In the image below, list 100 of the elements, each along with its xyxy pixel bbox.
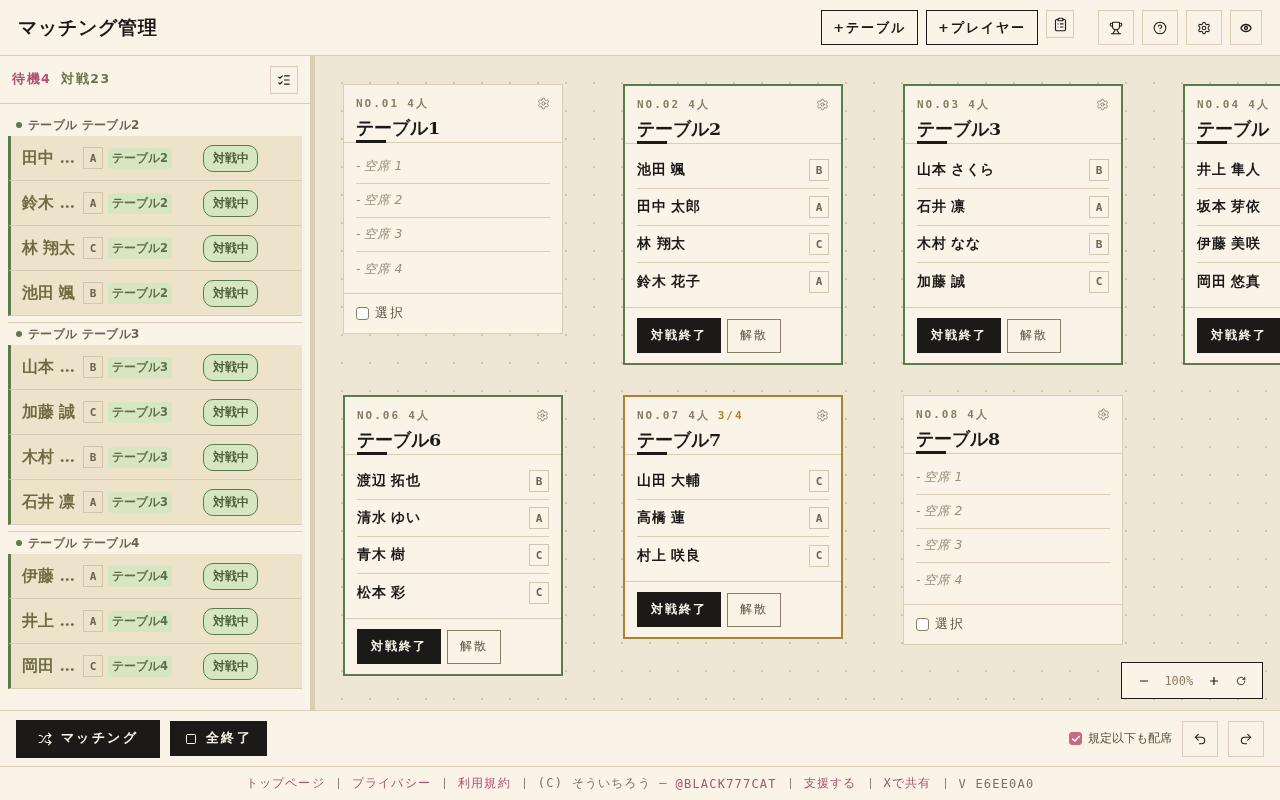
footer-link[interactable]: トップページ xyxy=(245,775,325,792)
end-match-button[interactable]: 対戦終了 xyxy=(637,592,721,627)
player-name: 山田 大輔 xyxy=(637,472,701,490)
player-name: 加藤 誠 xyxy=(917,272,966,291)
rank-label: C xyxy=(1089,270,1109,293)
table-tag: テーブル2 xyxy=(108,147,172,169)
rank-label: C xyxy=(809,544,829,567)
footer-link[interactable]: Xで共有 xyxy=(883,775,932,792)
player-row[interactable]: 池田 颯 B テーブル2 対戦中 xyxy=(8,271,302,316)
rank-label: B xyxy=(1089,233,1109,255)
status-badge: 対戦中 xyxy=(203,279,258,307)
end-match-button[interactable]: 対戦終了 xyxy=(357,629,441,664)
empty-seat-text: - 空席 1 xyxy=(916,469,963,486)
rank-label: A xyxy=(1089,196,1109,218)
empty-seat-text: - 空席 3 xyxy=(356,226,403,243)
empty-seat-text: - 空席 1 xyxy=(356,158,403,175)
table-title: テーブル3 xyxy=(917,118,1003,141)
author-link[interactable]: @BLACK777CAT xyxy=(675,776,777,791)
player-name: 木村 … xyxy=(22,446,76,468)
player-name: 木村 なな xyxy=(917,235,981,253)
rank-label: B xyxy=(529,470,549,492)
checkbox-label[interactable]: 選択 xyxy=(375,305,405,322)
settings-icon[interactable] xyxy=(1096,97,1109,111)
player-row[interactable]: 鈴木 … A テーブル2 対戦中 xyxy=(8,181,302,226)
settings-icon[interactable] xyxy=(1097,407,1110,421)
player-name: 青木 樹 xyxy=(357,546,406,564)
table-tag: テーブル2 xyxy=(108,282,172,304)
disband-button[interactable]: 解散 xyxy=(447,629,501,664)
disband-button[interactable]: 解散 xyxy=(1007,318,1061,353)
zoom-level: 100% xyxy=(1164,673,1194,688)
table-tag: テーブル4 xyxy=(108,610,172,632)
player-name: 鈴木 花子 xyxy=(637,272,701,291)
capacity-text: 4人 xyxy=(407,95,429,111)
player-name: 田中 … xyxy=(22,147,76,169)
settings-icon[interactable] xyxy=(536,408,549,422)
checklist-icon xyxy=(277,72,291,87)
footer-link[interactable]: 支援する xyxy=(803,775,857,792)
shuffle-icon xyxy=(37,731,52,746)
table-title: テーブル7 xyxy=(637,429,723,452)
player-name: 池田 颯 xyxy=(22,282,77,304)
help-button[interactable] xyxy=(1142,10,1178,45)
end-all-button[interactable]: 全終了 xyxy=(170,721,267,756)
status-dot-icon xyxy=(16,540,22,546)
player-row[interactable]: 林 翔太 C テーブル2 対戦中 xyxy=(8,226,302,271)
player-name: 坂本 芽依 xyxy=(1197,198,1261,216)
status-badge: 対戦中 xyxy=(203,398,258,426)
redo-button[interactable] xyxy=(1228,720,1264,757)
settings-button[interactable] xyxy=(1186,10,1222,45)
disband-button[interactable]: 解散 xyxy=(727,592,781,627)
table-tag: テーブル2 xyxy=(108,192,172,214)
table-tag: テーブル4 xyxy=(108,565,172,587)
rank-label: C xyxy=(529,581,549,604)
rank-label: C xyxy=(83,655,103,677)
player-row[interactable]: 井上 … A テーブル4 対戦中 xyxy=(8,599,302,644)
end-match-button[interactable]: 対戦終了 xyxy=(637,318,721,353)
eye-button[interactable] xyxy=(1230,10,1262,45)
checklist-button[interactable] xyxy=(270,65,298,94)
player-row[interactable]: 田中 … A テーブル2 対戦中 xyxy=(8,136,302,181)
player-row[interactable]: 岡田 … C テーブル4 対戦中 xyxy=(8,644,302,689)
status-badge: 対戦中 xyxy=(203,652,258,680)
square-icon xyxy=(184,732,197,745)
empty-seat-text: - 空席 4 xyxy=(356,260,403,278)
rank-label: A xyxy=(809,270,829,293)
matching-button[interactable]: マッチング xyxy=(16,719,160,758)
player-row[interactable]: 伊藤 … A テーブル4 対戦中 xyxy=(8,554,302,599)
rank-label: A xyxy=(809,196,829,218)
settings-icon[interactable] xyxy=(816,408,829,422)
settings-icon[interactable] xyxy=(537,96,550,110)
settings-icon[interactable] xyxy=(816,97,829,111)
end-match-button[interactable]: 対戦終了 xyxy=(1197,318,1280,353)
add-table-button[interactable]: +テーブル xyxy=(821,10,919,45)
player-name: 石井 凛 xyxy=(917,198,966,216)
rank-label: B xyxy=(83,356,103,378)
table-number: NO.04 xyxy=(1197,97,1241,111)
checkbox[interactable] xyxy=(1069,732,1082,745)
settings-icon xyxy=(1197,20,1211,35)
player-row[interactable]: 石井 凛 A テーブル3 対戦中 xyxy=(8,480,302,525)
player-row[interactable]: 加藤 誠 C テーブル3 対戦中 xyxy=(8,390,302,435)
checkbox[interactable] xyxy=(356,307,369,320)
rank-label: A xyxy=(83,491,103,513)
undo-button[interactable] xyxy=(1182,720,1218,757)
end-match-button[interactable]: 対戦終了 xyxy=(917,318,1001,353)
table-title: テーブル8 xyxy=(916,428,1002,451)
clipboard-button[interactable] xyxy=(1046,10,1074,38)
disband-button[interactable]: 解散 xyxy=(727,318,781,353)
player-name: 井上 隼人 xyxy=(1197,161,1261,179)
rank-label: B xyxy=(83,282,103,304)
rank-label: A xyxy=(83,565,103,587)
player-row[interactable]: 山本 … B テーブル3 対戦中 xyxy=(8,345,302,390)
footer-link[interactable]: 利用規約 xyxy=(458,775,511,792)
add-player-button[interactable]: +プレイヤー xyxy=(926,10,1038,45)
checkbox-label[interactable]: 規定以下も配席 xyxy=(1088,731,1172,746)
rank-label: C xyxy=(809,470,829,492)
trophy-button[interactable] xyxy=(1098,10,1134,45)
checkbox-label[interactable]: 選択 xyxy=(935,616,965,633)
status-dot-icon xyxy=(16,122,22,128)
checkbox[interactable] xyxy=(916,618,929,631)
player-row[interactable]: 木村 … B テーブル3 対戦中 xyxy=(8,435,302,480)
status-badge: 対戦中 xyxy=(203,443,258,471)
footer-link[interactable]: プライバシー xyxy=(351,775,432,792)
